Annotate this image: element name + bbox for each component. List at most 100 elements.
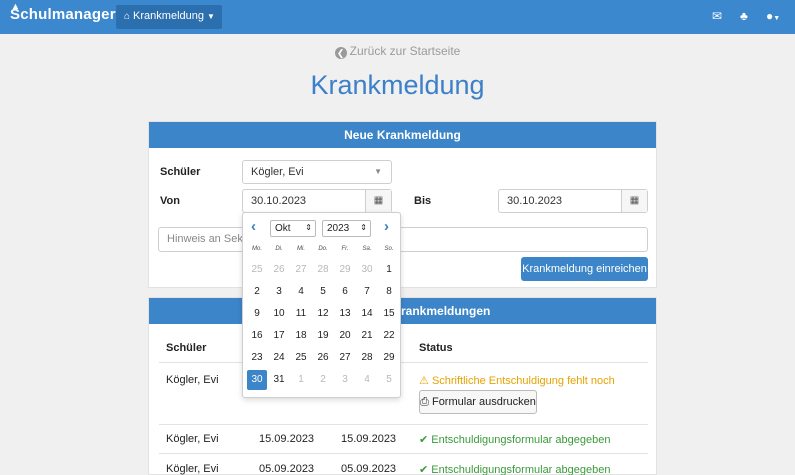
warning-icon: ⚠ bbox=[419, 375, 429, 387]
mail-icon[interactable]: ✉ bbox=[712, 9, 722, 23]
page-title: Krankmeldung bbox=[310, 70, 485, 100]
row-3-student: Kögler, Evi bbox=[166, 463, 219, 475]
calendar-day[interactable]: 31 bbox=[269, 370, 289, 390]
column-header-student: Schüler bbox=[166, 342, 207, 354]
brand-logo[interactable]: ▲ Schulmanager bbox=[10, 1, 116, 23]
calendar-day[interactable]: 11 bbox=[291, 304, 311, 324]
calendar-day[interactable]: 1 bbox=[379, 260, 399, 280]
calendar-day[interactable]: 18 bbox=[291, 326, 311, 346]
calendar-day[interactable]: 15 bbox=[379, 304, 399, 324]
calendar-day[interactable]: 13 bbox=[335, 304, 355, 324]
calendar-day[interactable]: 27 bbox=[335, 348, 355, 368]
calendar-day[interactable]: 9 bbox=[247, 304, 267, 324]
calendar-day[interactable]: 30 bbox=[357, 260, 377, 280]
calendar-day[interactable]: 22 bbox=[379, 326, 399, 346]
calendar-day[interactable]: 4 bbox=[291, 282, 311, 302]
row-3-to: 05.09.2023 bbox=[341, 463, 397, 475]
row-2-student: Kögler, Evi bbox=[166, 433, 219, 445]
user-menu[interactable]: ●▼ bbox=[766, 9, 780, 23]
calendar-day[interactable]: 19 bbox=[313, 326, 333, 346]
month-select[interactable]: Okt ⇕ bbox=[270, 220, 316, 237]
bell-icon[interactable]: ♣ bbox=[740, 9, 748, 23]
panel-header-label: rankmeldungen bbox=[401, 304, 491, 318]
calendar-day[interactable]: 30 bbox=[247, 370, 267, 390]
weekday-header: Mo. bbox=[251, 246, 262, 252]
submit-sick-note-button[interactable]: Krankmeldung einreichen bbox=[521, 257, 648, 281]
row-2-to: 15.09.2023 bbox=[341, 433, 397, 445]
row-1-status-label: Schriftliche Entschuldigung fehlt noch bbox=[431, 375, 615, 387]
row-2-status: ✔ Entschuldigungsformular abgegeben bbox=[419, 433, 610, 446]
panel-header: rankmeldungen bbox=[149, 298, 656, 324]
calendar-day[interactable]: 29 bbox=[379, 348, 399, 368]
calendar-day[interactable]: 27 bbox=[291, 260, 311, 280]
calendar-day[interactable]: 5 bbox=[313, 282, 333, 302]
from-date-field[interactable]: 30.10.2023 ▦ bbox=[242, 189, 392, 213]
calendar-day[interactable]: 26 bbox=[313, 348, 333, 368]
calendar-day[interactable]: 2 bbox=[247, 282, 267, 302]
arrow-left-icon: ❮ bbox=[334, 47, 347, 59]
printer-icon: ⎙ bbox=[420, 396, 429, 408]
weekday-header: Do. bbox=[318, 246, 328, 252]
calendar-day[interactable]: 16 bbox=[247, 326, 267, 346]
calendar-day[interactable]: 14 bbox=[357, 304, 377, 324]
divider bbox=[159, 453, 648, 454]
calendar-icon[interactable]: ▦ bbox=[365, 190, 391, 212]
print-form-label: Formular ausdrucken bbox=[431, 396, 536, 408]
calendar-icon[interactable]: ▦ bbox=[621, 190, 647, 212]
krankmeldung-menu-dropdown[interactable]: ⌂ Krankmeldung ▼ bbox=[116, 5, 222, 29]
divider bbox=[159, 424, 648, 425]
student-label: Schüler bbox=[160, 166, 201, 178]
caret-down-icon: ▼ bbox=[206, 12, 215, 21]
calendar-day[interactable]: 20 bbox=[335, 326, 355, 346]
calendar-day[interactable]: 3 bbox=[269, 282, 289, 302]
calendar-day[interactable]: 1 bbox=[291, 370, 311, 390]
calendar-day[interactable]: 25 bbox=[247, 260, 267, 280]
home-icon: ⌂ bbox=[124, 11, 131, 22]
caret-down-icon: ▼ bbox=[773, 15, 781, 22]
calendar-day[interactable]: 28 bbox=[313, 260, 333, 280]
calendar-day[interactable]: 24 bbox=[269, 348, 289, 368]
calendar-day[interactable]: 25 bbox=[291, 348, 311, 368]
calendar-day[interactable]: 21 bbox=[357, 326, 377, 346]
calendar-day[interactable]: 6 bbox=[335, 282, 355, 302]
checkmark-icon: ✔ bbox=[419, 434, 429, 446]
calendar-day[interactable]: 10 bbox=[269, 304, 289, 324]
to-date-field[interactable]: 30.10.2023 ▦ bbox=[498, 189, 648, 213]
prev-month-icon[interactable]: ‹ bbox=[251, 218, 256, 235]
datepicker-popup: ‹ Okt ⇕ 2023 ⇕ › Mo. Di. Mi. Do. Fr. Sa. So. 25 26… bbox=[242, 212, 401, 398]
weekday-header: Di. bbox=[275, 246, 283, 252]
to-date-value: 30.10.2023 bbox=[507, 195, 563, 207]
calendar-day[interactable]: 7 bbox=[357, 282, 377, 302]
student-select[interactable]: Kögler, Evi ▼ bbox=[242, 160, 392, 184]
divider bbox=[159, 362, 648, 363]
calendar-day[interactable]: 5 bbox=[379, 370, 399, 390]
calendar-day[interactable]: 23 bbox=[247, 348, 267, 368]
from-label: Von bbox=[160, 195, 180, 207]
back-to-start-link[interactable]: ❮ Zurück zur Startseite bbox=[0, 44, 795, 59]
weekday-header: So. bbox=[384, 246, 394, 252]
month-value: Okt bbox=[275, 223, 291, 234]
year-value: 2023 bbox=[327, 223, 350, 234]
to-label: Bis bbox=[414, 195, 432, 207]
calendar-day[interactable]: 8 bbox=[379, 282, 399, 302]
calendar-day[interactable]: 26 bbox=[269, 260, 289, 280]
row-1-student: Kögler, Evi bbox=[166, 374, 219, 386]
row-2-from: 15.09.2023 bbox=[259, 433, 315, 445]
graduation-cap-icon: ▲ bbox=[11, 1, 21, 11]
row-2-status-label: Entschuldigungsformular abgegeben bbox=[431, 434, 611, 446]
calendar-day[interactable]: 12 bbox=[313, 304, 333, 324]
year-select[interactable]: 2023 ⇕ bbox=[322, 220, 371, 237]
calendar-day[interactable]: 28 bbox=[357, 348, 377, 368]
row-1-status: ⚠ Schriftliche Entschuldigung fehlt noch bbox=[419, 374, 615, 387]
calendar-day[interactable]: 2 bbox=[313, 370, 333, 390]
row-3-from: 05.09.2023 bbox=[259, 463, 315, 475]
calendar-day[interactable]: 3 bbox=[335, 370, 355, 390]
note-field[interactable]: Hinweis an Sekret bbox=[158, 227, 648, 252]
print-form-button[interactable]: ⎙ Formular ausdrucken bbox=[419, 390, 537, 414]
calendar-day[interactable]: 4 bbox=[357, 370, 377, 390]
calendar-day[interactable]: 17 bbox=[269, 326, 289, 346]
next-month-icon[interactable]: › bbox=[384, 218, 389, 235]
weekday-header: Fr. bbox=[341, 246, 349, 252]
calendar-day[interactable]: 29 bbox=[335, 260, 355, 280]
menu-label: Krankmeldung bbox=[133, 10, 204, 22]
